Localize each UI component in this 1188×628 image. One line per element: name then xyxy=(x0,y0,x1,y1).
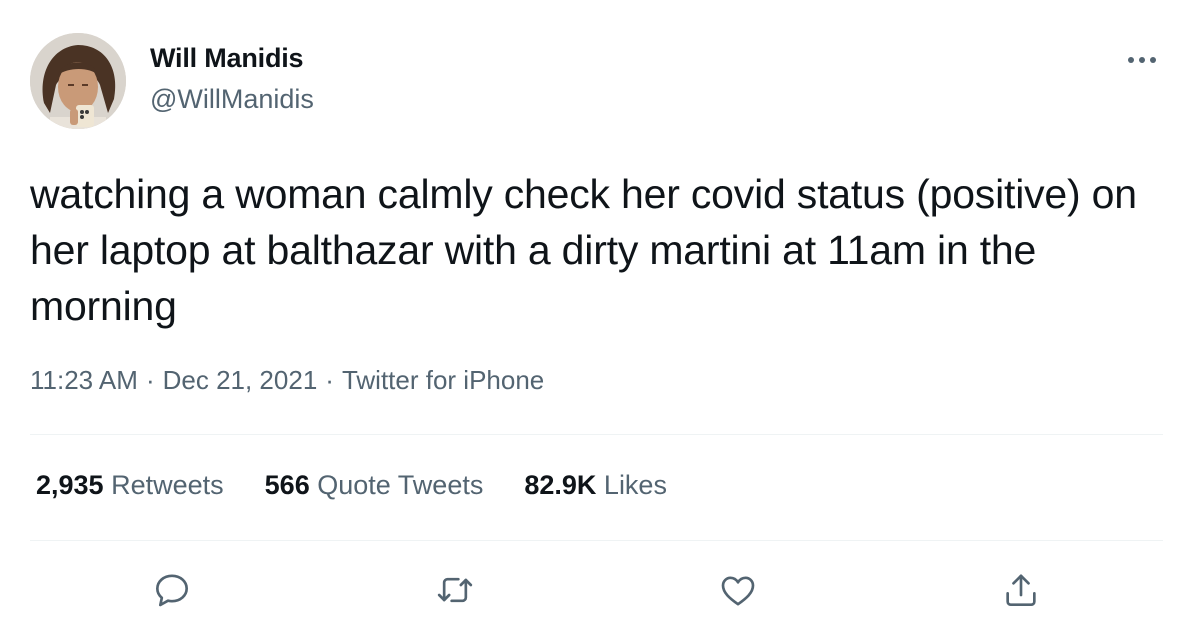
retweets-stat[interactable]: 2,935 Retweets xyxy=(36,470,224,501)
avatar[interactable] xyxy=(30,33,126,129)
tweet-text: watching a woman calmly check her covid … xyxy=(30,171,1137,329)
tweet-stats: 2,935 Retweets 566 Quote Tweets 82.9K Li… xyxy=(36,470,708,501)
more-horizontal-icon xyxy=(1128,57,1156,63)
quote-tweets-stat[interactable]: 566 Quote Tweets xyxy=(265,470,484,501)
quote-tweets-count: 566 xyxy=(264,470,310,500)
reply-button[interactable] xyxy=(150,568,194,612)
share-icon xyxy=(1006,574,1036,606)
likes-stat[interactable]: 82.9K Likes xyxy=(524,470,667,501)
retweet-button[interactable] xyxy=(433,568,477,612)
like-button[interactable] xyxy=(716,568,760,612)
reply-icon xyxy=(156,574,189,607)
more-options-button[interactable] xyxy=(1124,46,1164,74)
user-handle[interactable]: @WillManidis xyxy=(150,84,314,115)
divider xyxy=(30,540,1163,541)
tweet-date[interactable]: Dec 21, 2021 xyxy=(163,365,318,395)
share-button[interactable] xyxy=(999,568,1043,612)
quote-tweets-label: Quote Tweets xyxy=(317,470,484,500)
display-name[interactable]: Will Manidis xyxy=(150,43,304,74)
likes-count: 82.9K xyxy=(524,470,597,500)
retweets-label: Retweets xyxy=(111,470,224,500)
tweet-meta: 11:23 AM · Dec 21, 2021 · Twitter for iPhone xyxy=(30,365,544,396)
heart-icon xyxy=(721,576,755,606)
meta-separator: · xyxy=(325,365,334,395)
tweet-time[interactable]: 11:23 AM xyxy=(30,365,138,395)
retweet-icon xyxy=(437,577,473,603)
tweet-card: Will Manidis @WillManidis watching a wom… xyxy=(0,0,1188,628)
tweet-source[interactable]: Twitter for iPhone xyxy=(342,365,544,395)
divider xyxy=(30,434,1163,435)
meta-separator: · xyxy=(145,365,155,395)
retweets-count: 2,935 xyxy=(36,470,104,500)
likes-label: Likes xyxy=(603,470,667,500)
avatar-image xyxy=(30,33,126,129)
